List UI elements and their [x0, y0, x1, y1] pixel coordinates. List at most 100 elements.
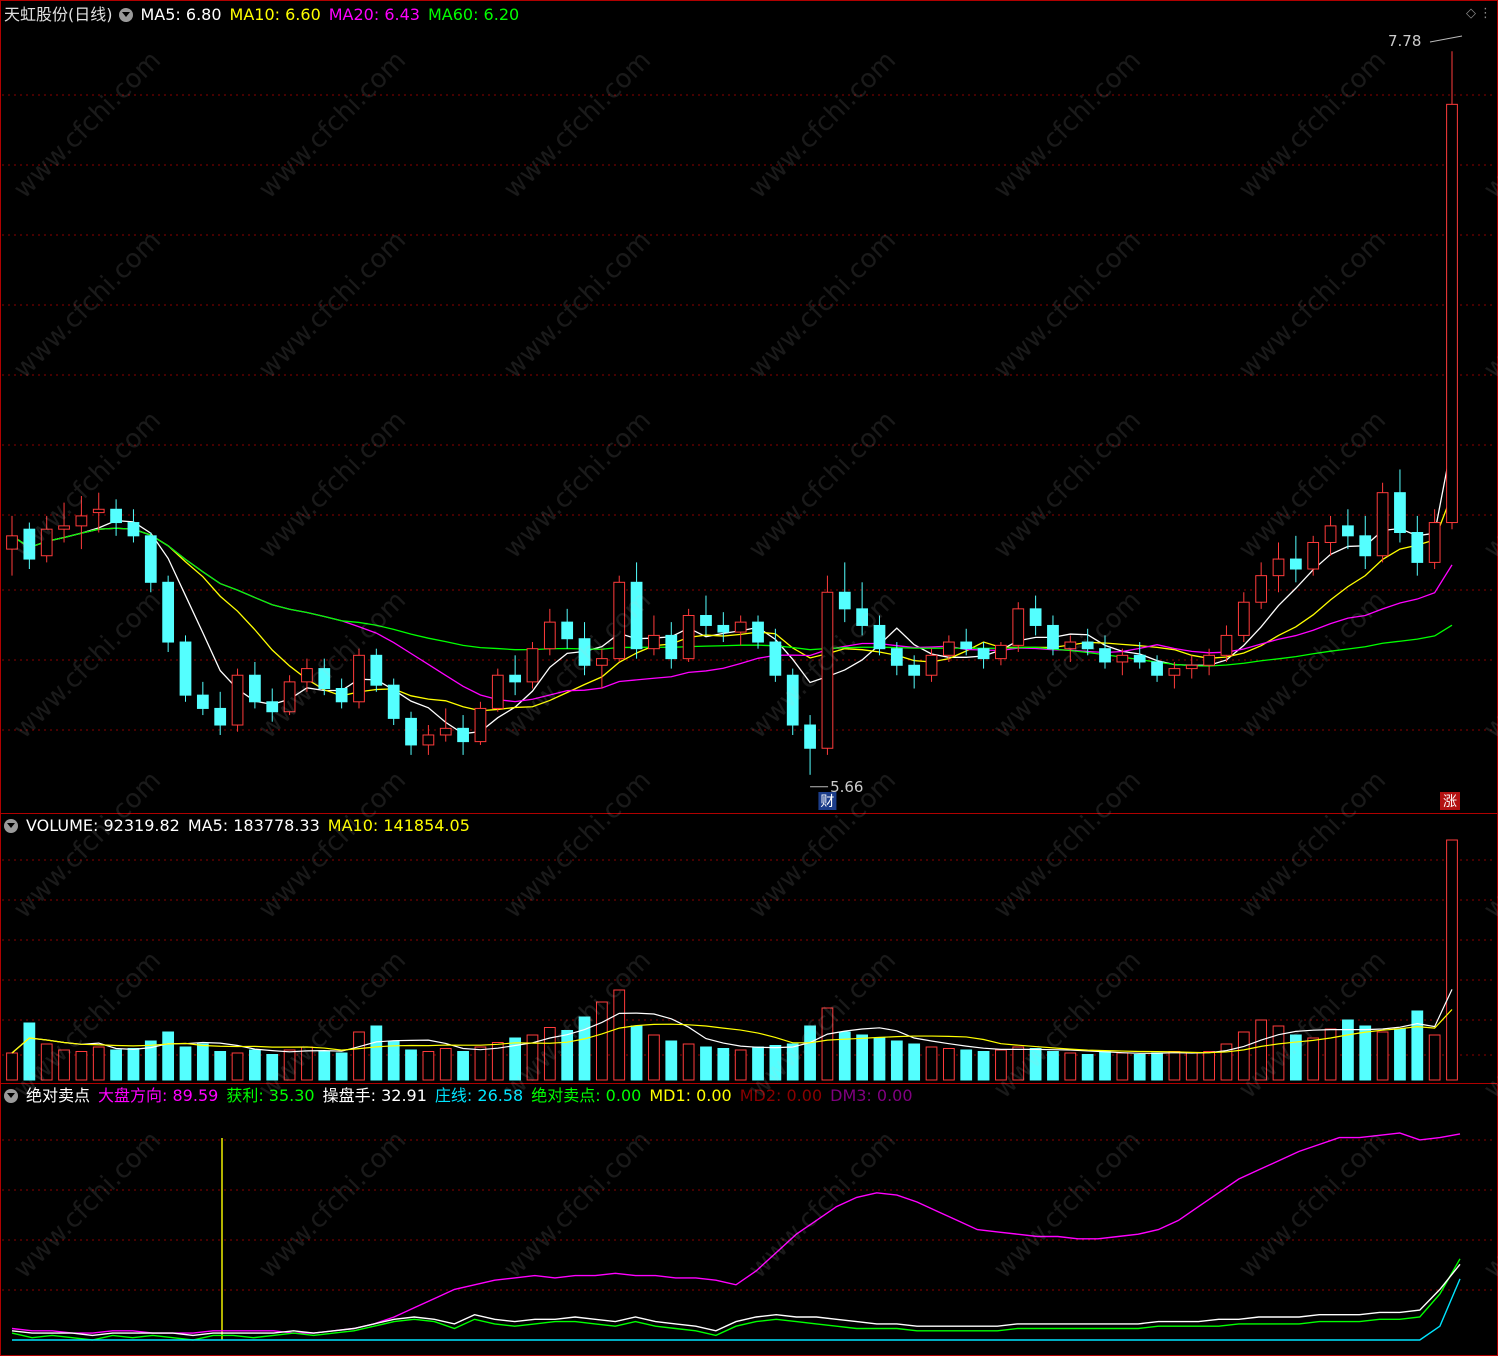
volume-bar: [58, 1049, 70, 1081]
volume-bar: [960, 1049, 973, 1081]
candle-body: [1047, 624, 1059, 650]
candle-body: [700, 614, 712, 626]
volume-bar: [613, 989, 626, 1081]
volume-bar: [769, 1045, 782, 1081]
volume-bar: [734, 1049, 747, 1081]
volume-bar: [1151, 1052, 1163, 1081]
candle-body: [717, 624, 730, 633]
high-marker-label: 7.78: [1388, 32, 1421, 50]
volume-bar: [804, 1025, 816, 1081]
candle-body: [1255, 575, 1268, 603]
volume-bar: [439, 1048, 452, 1081]
candle-body: [231, 674, 244, 726]
candle-body: [1237, 601, 1250, 636]
candle-body: [335, 688, 348, 703]
event-zhang-text: 涨: [1443, 794, 1457, 810]
volume-bar: [422, 1051, 435, 1081]
candle-body: [196, 694, 209, 709]
volume-bar: [596, 1001, 608, 1081]
candle-body: [648, 634, 660, 650]
volume-bar: [1411, 1010, 1424, 1081]
candle-body: [561, 621, 574, 640]
candle-body: [596, 658, 608, 666]
volume-bar: [75, 1051, 88, 1081]
volume-bar: [578, 1016, 591, 1081]
candle-body: [925, 654, 938, 676]
volume-bar: [162, 1031, 175, 1081]
candle-body: [1151, 661, 1163, 676]
candle-body: [908, 664, 921, 676]
candle-body: [1116, 654, 1129, 663]
candle-body: [370, 654, 383, 686]
volume-bar: [682, 1043, 695, 1081]
candle-body: [318, 668, 331, 690]
volume-bar: [1081, 1054, 1094, 1081]
candle-body: [92, 508, 105, 514]
candle-body: [1376, 492, 1389, 557]
volume-bar: [110, 1049, 122, 1081]
volume-bar: [387, 1040, 400, 1081]
volume-bar: [335, 1052, 348, 1081]
candle-body: [1064, 641, 1077, 650]
volume-bar: [908, 1043, 921, 1081]
volume-bar: [1376, 1031, 1389, 1081]
volume-bar: [283, 1049, 296, 1081]
candle-body: [578, 638, 591, 666]
candle-body: [283, 681, 296, 713]
candle-body: [1342, 525, 1354, 537]
candle-body: [873, 624, 886, 650]
volume-bar: [1446, 839, 1458, 1081]
volume-bar: [717, 1048, 730, 1081]
candle-body: [838, 591, 851, 610]
volume-bar: [1237, 1031, 1250, 1081]
candle-body: [1203, 654, 1215, 666]
volume-bar: [40, 1043, 53, 1081]
volume-ma5-line: [11, 989, 1453, 1054]
candle-body: [58, 525, 70, 530]
candle-body: [457, 727, 469, 743]
candle-body: [1324, 525, 1337, 543]
volume-bar: [1255, 1019, 1268, 1081]
candle-body: [1307, 541, 1320, 570]
candle-body: [665, 634, 678, 660]
candle-body: [1272, 558, 1285, 577]
volume-bar: [249, 1049, 261, 1081]
volume-bar: [1047, 1051, 1059, 1081]
ma5-line: [11, 442, 1453, 735]
volume-bar: [543, 1027, 556, 1081]
volume-bar: [6, 1052, 18, 1081]
candle-body: [266, 701, 279, 713]
candle-body: [960, 641, 973, 650]
volume-bar: [196, 1043, 209, 1081]
candle-body: [162, 581, 175, 643]
candle-body: [387, 684, 400, 719]
volume-bar: [700, 1046, 712, 1081]
event-cai-text: 财: [820, 794, 834, 810]
ma60-line: [11, 527, 1453, 667]
volume-bar: [214, 1051, 227, 1081]
volume-bar: [127, 1048, 140, 1081]
volume-bar: [1099, 1051, 1111, 1081]
candle-body: [1446, 103, 1458, 524]
candle-body: [1012, 608, 1025, 646]
candle-body: [1185, 664, 1198, 670]
candle-body: [1289, 558, 1302, 570]
candle-body: [821, 591, 834, 749]
candle-body: [769, 641, 782, 676]
candle-body: [214, 707, 227, 726]
candle-body: [110, 508, 122, 524]
volume-bar: [457, 1051, 469, 1081]
candle-body: [509, 674, 522, 683]
volume-bar: [1133, 1054, 1146, 1081]
volume-bar: [856, 1034, 868, 1081]
candle-body: [1220, 634, 1233, 656]
volume-bar: [821, 1007, 834, 1081]
volume-bar: [509, 1037, 522, 1081]
volume-bar: [266, 1054, 279, 1081]
volume-bar: [1394, 1028, 1406, 1081]
indicator-操盘手-line: [11, 1263, 1461, 1337]
candle-body: [752, 621, 764, 643]
candle-body: [6, 535, 18, 550]
candle-body: [40, 528, 53, 557]
volume-bar: [1168, 1051, 1181, 1081]
